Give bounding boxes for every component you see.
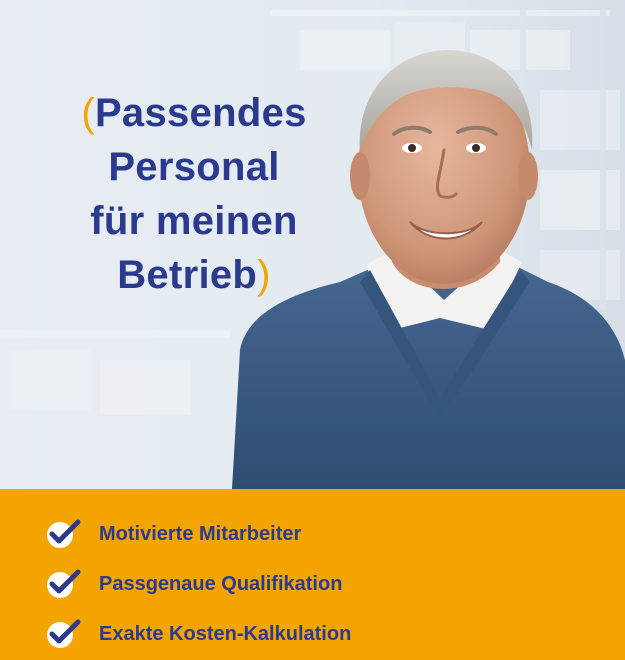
- benefits-list: Motivierte Mitarbeiter Passgenaue Qualif…: [45, 509, 351, 659]
- close-parenthesis: ): [257, 253, 271, 297]
- headline-line-2: Personal: [108, 145, 280, 189]
- benefit-label: Passgenaue Qualifikation: [99, 572, 343, 595]
- headline-line-4: Betrieb): [117, 253, 271, 297]
- benefit-label: Exakte Kosten-Kalkulation: [99, 622, 352, 645]
- benefit-item: Motivierte Mitarbeiter: [45, 509, 351, 559]
- checkmark-icon: [47, 519, 81, 548]
- headline: (Passendes Personal für meinen Betrieb): [44, 86, 344, 302]
- benefit-item: Exakte Kosten-Kalkulation: [45, 609, 351, 659]
- checkmark-icon: [47, 619, 81, 648]
- checkmark-icon: [47, 569, 81, 598]
- recruiting-banner: (Passendes Personal für meinen Betrieb) …: [0, 0, 625, 660]
- headline-line-3: für meinen: [90, 199, 298, 243]
- open-parenthesis: (: [81, 91, 95, 135]
- hero-photo: (Passendes Personal für meinen Betrieb): [0, 0, 625, 489]
- benefit-label: Motivierte Mitarbeiter: [99, 522, 302, 545]
- benefits-panel: Motivierte Mitarbeiter Passgenaue Qualif…: [0, 489, 625, 660]
- headline-line-1: (Passendes: [81, 91, 307, 135]
- benefit-item: Passgenaue Qualifikation: [45, 559, 351, 609]
